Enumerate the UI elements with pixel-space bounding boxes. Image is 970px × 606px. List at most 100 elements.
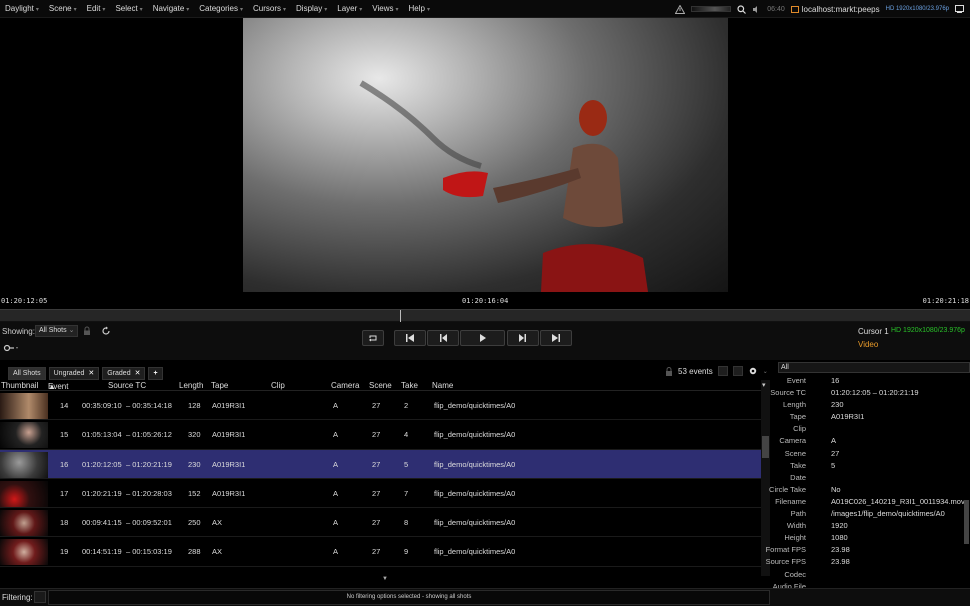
table-row[interactable]: 17 01:20:21:19 – 01:20:28:03 152 A019R3I1 A 27… — [0, 479, 770, 509]
inspector-row: Event 16 — [778, 375, 970, 387]
cell-take: 5 — [404, 459, 409, 469]
flag-icon[interactable] — [732, 366, 743, 376]
table-row[interactable]: 15 01:05:13:04 – 01:05:26:12 320 A019R3I1 A 27… — [0, 420, 770, 450]
sort-ascending-icon: ▲ — [48, 382, 56, 391]
menu-display[interactable]: Display ▾ — [291, 4, 332, 13]
menu-edit[interactable]: Edit ▾ — [82, 4, 111, 13]
scroll-up-icon[interactable]: ▾ — [762, 381, 766, 389]
table-row[interactable]: 19 00:14:51:19 – 00:15:03:19 288 AX A 27 9 flip_… — [0, 537, 770, 567]
chevron-down-icon[interactable]: ⌄ — [763, 368, 768, 375]
dancer-image — [359, 80, 648, 292]
cell-length: 250 — [188, 518, 201, 528]
cell-tape: A019R3I1 — [212, 488, 246, 498]
inspector-row: Take 5 — [778, 460, 970, 472]
close-icon[interactable]: ✕ — [135, 368, 141, 379]
cell-event: 15 — [60, 430, 69, 440]
close-icon[interactable]: ✕ — [88, 368, 94, 379]
cell-event: 18 — [60, 518, 69, 528]
col-thumbnail[interactable]: Thumbnail — [1, 381, 38, 390]
gear-icon[interactable] — [748, 366, 758, 376]
lock-icon[interactable] — [82, 326, 92, 336]
table-header: Thumbnail Event ▲ Source TC Length Tape … — [0, 380, 770, 391]
col-take[interactable]: Take — [401, 381, 418, 390]
col-source-tc[interactable]: Source TC — [108, 381, 146, 390]
col-name[interactable]: Name — [432, 381, 453, 390]
col-camera[interactable]: Camera — [331, 381, 359, 390]
inspector-filter-select[interactable]: All — [778, 362, 970, 373]
chevron-down-icon: ▾ — [73, 7, 77, 13]
warning-icon[interactable] — [675, 4, 686, 14]
inspector-value: 1080 — [831, 533, 848, 543]
next-frame-button[interactable] — [507, 330, 539, 346]
image-viewer[interactable] — [0, 18, 970, 292]
inspector-key: Scene — [784, 448, 806, 458]
filter-icon[interactable] — [34, 591, 46, 603]
menu-layer[interactable]: Layer ▾ — [332, 4, 367, 13]
timecode-end: 01:20:21:18 — [922, 297, 969, 305]
inspector-row: Length 230 — [778, 399, 970, 411]
loop-button[interactable] — [362, 330, 384, 346]
chevron-down-icon: ▾ — [186, 7, 190, 13]
cell-tc-in: 00:14:51:19 — [82, 547, 122, 557]
menu-categories[interactable]: Categories ▾ — [194, 4, 248, 13]
cell-event: 19 — [60, 547, 69, 557]
previous-frame-button[interactable] — [427, 330, 459, 346]
stop-icon[interactable] — [717, 366, 728, 376]
timeline-scrubber[interactable] — [0, 309, 970, 323]
play-button[interactable] — [460, 330, 505, 346]
menu-help[interactable]: Help ▾ — [404, 4, 435, 13]
display-icon[interactable] — [955, 5, 964, 13]
filter-bar: Filtering: No filtering options selected… — [0, 588, 970, 606]
skip-start-icon — [406, 334, 414, 342]
cell-name: flip_demo/quicktimes/A0 — [434, 547, 516, 557]
col-clip[interactable]: Clip — [271, 381, 285, 390]
inspector-row: Path/images1/flip_demo/quicktimes/A0 — [778, 508, 970, 520]
timecode-row: 01:20:12:05 01:20:16:04 01:20:21:18 — [0, 297, 970, 309]
expand-icon[interactable]: ▼ — [382, 576, 388, 582]
cell-camera: A — [333, 488, 339, 498]
menu-views[interactable]: Views ▾ — [367, 4, 403, 13]
menu-scene[interactable]: Scene ▾ — [44, 4, 82, 13]
cell-length: 230 — [188, 459, 201, 469]
tab-all-shots[interactable]: All Shots — [8, 367, 46, 380]
scrollbar-thumb[interactable] — [762, 436, 769, 458]
inspector-row: Clip — [778, 423, 970, 435]
menu-daylight[interactable]: Daylight ▾ — [0, 4, 44, 13]
lock-icon[interactable] — [665, 366, 673, 376]
go-to-start-button[interactable] — [394, 330, 426, 346]
inspector-row: Width 1920 — [778, 520, 970, 532]
menu-navigate[interactable]: Navigate ▾ — [148, 4, 195, 13]
go-to-end-button[interactable] — [540, 330, 572, 346]
search-icon[interactable] — [737, 4, 747, 14]
cell-tape: AX — [212, 518, 223, 528]
menu-select[interactable]: Select ▾ — [110, 4, 147, 13]
volume-meter — [691, 6, 732, 12]
chevron-down-icon: ▾ — [35, 7, 39, 13]
inspector-row: Camera A — [778, 435, 970, 447]
inspector-scrollbar[interactable] — [964, 500, 969, 544]
cell-name: flip_demo/quicktimes/A0 — [434, 430, 516, 440]
col-scene[interactable]: Scene — [369, 381, 392, 390]
inspector-value: A019C026_140219_R3I1_0011934.mov — [831, 496, 965, 506]
table-row[interactable]: 14 00:35:09:10 – 00:35:14:18 128 A019R3I1 A 27… — [0, 391, 770, 421]
tab-graded[interactable]: Graded ✕ — [102, 367, 146, 380]
inspector-row: Source TC 01:20:12:05 – 01:20:21:19 — [770, 387, 970, 399]
add-tab-button[interactable]: + — [148, 367, 163, 380]
inspector-value: 23.98 — [831, 557, 850, 567]
tab-ungraded[interactable]: Ungraded ✕ — [48, 367, 100, 380]
cell-name: flip_demo/quicktimes/A0 — [434, 488, 516, 498]
shot-thumbnail — [0, 422, 48, 449]
key-tool-icon[interactable] — [3, 343, 19, 353]
menu-cursors[interactable]: Cursors ▾ — [248, 4, 291, 13]
layer-label[interactable]: Video — [858, 340, 878, 349]
inspector-row: Filename A019C026_140219_R3I1_0011934.mov — [775, 496, 970, 508]
showing-select[interactable]: All Shots ⌄ — [35, 325, 79, 337]
table-row[interactable]: 18 00:09:41:15 – 00:09:52:01 250 AX A 27 8 flip_… — [0, 508, 770, 538]
transport-bar: Showing: All Shots ⌄ Cursor 1 HD 1920x10… — [0, 322, 970, 360]
col-tape[interactable]: Tape — [211, 381, 228, 390]
col-length[interactable]: Length — [179, 381, 203, 390]
cell-tc-in: 01:20:21:19 — [82, 488, 122, 498]
table-row[interactable]: 16 01:20:12:05 – 01:20:21:19 230 A019R3I1 A 27… — [0, 449, 770, 479]
refresh-icon[interactable] — [101, 326, 111, 336]
speaker-icon[interactable] — [752, 5, 761, 14]
